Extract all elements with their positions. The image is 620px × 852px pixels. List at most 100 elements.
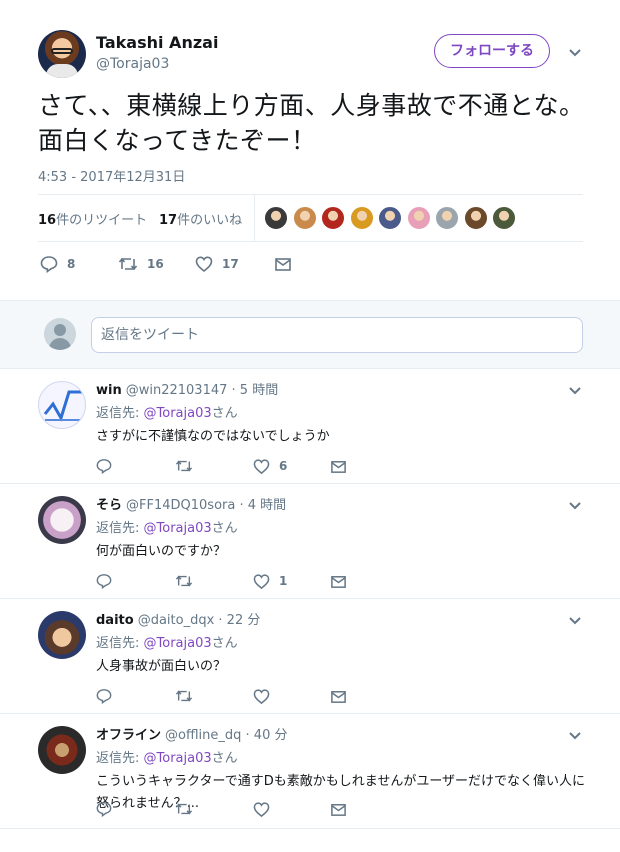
liker-avatar[interactable]	[292, 206, 317, 230]
reply-to: 返信先: @Toraja03さん	[96, 402, 238, 421]
retweet-action[interactable]	[175, 799, 193, 819]
heart-icon	[253, 573, 270, 590]
retweet-count: 16	[147, 257, 164, 271]
reply-text: 何が面白いのですか？	[96, 544, 227, 559]
reply-avatar[interactable]	[38, 381, 86, 429]
reply-to-label: 返信先:	[96, 406, 140, 421]
reply-action[interactable]	[96, 571, 112, 591]
likes-count: 17	[159, 213, 178, 228]
dm-action[interactable]	[330, 571, 347, 591]
retweet-icon	[118, 255, 138, 273]
stats-divider	[254, 195, 255, 241]
reply-author-handle[interactable]: @offline_dq	[165, 728, 241, 743]
reply-mention[interactable]: @Toraja03	[144, 406, 212, 421]
liker-avatar[interactable]	[264, 206, 288, 230]
reply-actions	[96, 799, 356, 817]
reply-action[interactable]	[96, 686, 112, 706]
reply-like-count: 6	[279, 459, 288, 473]
reply-text: さすがに不謹慎なのではないでしょうか	[96, 429, 330, 444]
reply-menu-chevron-down-icon[interactable]	[568, 613, 582, 627]
like-action[interactable]: 17	[195, 254, 239, 274]
dm-action[interactable]	[274, 254, 292, 274]
retweet-icon	[175, 688, 193, 704]
reply-avatar[interactable]	[38, 496, 86, 544]
dm-action[interactable]	[330, 686, 347, 706]
retweet-icon	[175, 458, 193, 474]
reply-tweet[interactable]: daito @daito_dqx · 22 分返信先: @Toraja03さん 人身…	[0, 599, 620, 714]
reply-icon	[40, 255, 58, 273]
reply-like-count: 1	[279, 574, 288, 588]
envelope-icon	[330, 688, 347, 705]
reply-to-suffix: さん	[211, 751, 238, 766]
reply-menu-chevron-down-icon[interactable]	[568, 498, 582, 512]
reply-author-name[interactable]: オフライン	[96, 728, 161, 743]
follow-button[interactable]: フォローする	[434, 34, 550, 68]
like-action[interactable]	[253, 686, 279, 706]
reply-mention[interactable]: @Toraja03	[144, 521, 212, 536]
liker-avatar[interactable]	[321, 206, 345, 230]
reply-mention[interactable]: @Toraja03	[144, 751, 212, 766]
reply-author-handle[interactable]: @win22103147	[126, 383, 228, 398]
avatar-glasses	[51, 48, 73, 54]
retweet-action[interactable]	[175, 456, 193, 476]
reply-tweet[interactable]: そら @FF14DQ10sora · 4 時間 返信先: @Toraja03さん 何が…	[0, 484, 620, 599]
like-action[interactable]: 1	[253, 571, 287, 591]
reply-time[interactable]: · 5 時間	[232, 383, 279, 398]
reply-action[interactable]	[96, 456, 112, 476]
retweet-action[interactable]	[175, 686, 193, 706]
author-handle[interactable]: @Toraja03	[96, 56, 169, 72]
retweets-count: 16	[38, 213, 57, 228]
heart-icon	[195, 255, 213, 273]
reply-to: 返信先: @Toraja03さん	[96, 517, 238, 536]
reply-to-label: 返信先:	[96, 521, 140, 536]
reply-tweet[interactable]: win @win22103147 · 5 時間返信先: @Toraja03さんさす…	[0, 369, 620, 484]
dm-action[interactable]	[330, 456, 347, 476]
liker-avatar[interactable]	[463, 206, 488, 230]
tweet-text: さて、、東横線上り方面、人身事故で不通とな。面白くなってきたぞー！	[38, 91, 585, 155]
reply-author-handle[interactable]: @daito_dqx	[138, 613, 215, 628]
heart-icon	[253, 801, 270, 818]
reply-action[interactable]	[96, 799, 112, 819]
reply-to-suffix: さん	[211, 406, 238, 421]
tweet-menu-chevron-down-icon[interactable]	[568, 45, 582, 59]
reply-author-name[interactable]: daito	[96, 613, 134, 628]
reply-tweet[interactable]: オフライン @offline_dq · 40 分返信先: @Toraja03さんこ…	[0, 714, 620, 829]
retweet-action[interactable]: 16	[118, 254, 164, 274]
dm-action[interactable]	[330, 799, 347, 819]
liker-avatar[interactable]	[406, 206, 431, 230]
reply-header: win @win22103147 · 5 時間	[96, 379, 278, 398]
reply-compose: 返信をツイート	[0, 300, 620, 369]
reply-time[interactable]: · 40 分	[246, 728, 288, 743]
like-action[interactable]	[253, 799, 279, 819]
liker-avatar[interactable]	[492, 206, 516, 230]
reply-author-handle[interactable]: @FF14DQ10sora	[126, 498, 235, 513]
reply-to-suffix: さん	[211, 521, 238, 536]
heart-icon	[253, 688, 270, 705]
reply-author-name[interactable]: そら	[96, 498, 122, 513]
author-avatar[interactable]	[38, 30, 86, 78]
reply-mention[interactable]: @Toraja03	[144, 636, 212, 651]
reply-action[interactable]: 8	[40, 254, 75, 274]
likes-stat[interactable]: 17件のいいね	[159, 209, 242, 228]
heart-icon	[253, 458, 270, 475]
liker-avatar[interactable]	[378, 206, 402, 230]
reply-author-name[interactable]: win	[96, 383, 122, 398]
retweets-stat[interactable]: 16件のリツイート	[38, 209, 147, 228]
retweet-action[interactable]	[175, 571, 193, 591]
likes-label: 件のいいね	[177, 213, 243, 228]
author-name[interactable]: Takashi Anzai	[96, 33, 218, 52]
retweet-icon	[175, 573, 193, 589]
avatar-body	[49, 338, 71, 350]
reply-time[interactable]: · 4 時間	[239, 498, 286, 513]
reply-menu-chevron-down-icon[interactable]	[568, 383, 582, 397]
tweet-timestamp[interactable]: 4:53 - 2017年12月31日	[38, 166, 185, 185]
liker-avatar[interactable]	[349, 206, 374, 230]
tweet-stats: 16件のリツイート 17件のいいね	[38, 194, 583, 242]
liker-avatar[interactable]	[435, 206, 459, 230]
reply-time[interactable]: · 22 分	[218, 613, 260, 628]
reply-avatar[interactable]	[38, 726, 86, 774]
like-action[interactable]: 6	[253, 456, 287, 476]
reply-avatar[interactable]	[38, 611, 86, 659]
reply-input[interactable]: 返信をツイート	[91, 317, 583, 353]
reply-menu-chevron-down-icon[interactable]	[568, 728, 582, 742]
